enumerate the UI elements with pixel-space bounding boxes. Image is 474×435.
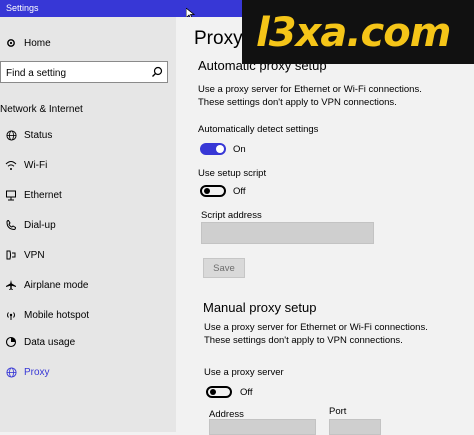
- ethernet-icon: [4, 188, 18, 202]
- main-content: Proxy Automatic proxy setup Use a proxy …: [176, 17, 474, 435]
- hotspot-icon: [4, 308, 18, 322]
- auto-detect-state: On: [233, 144, 246, 155]
- home-nav-item[interactable]: Home: [0, 30, 51, 56]
- sidebar-item-label: Mobile hotspot: [24, 309, 90, 321]
- search-box[interactable]: [0, 61, 168, 83]
- globe-icon: [4, 128, 18, 142]
- search-input[interactable]: [4, 65, 148, 81]
- sidebar-item-status[interactable]: Status: [0, 122, 52, 148]
- window-title: Settings: [6, 3, 39, 13]
- sidebar-item-proxy[interactable]: Proxy: [0, 359, 50, 385]
- automatic-proxy-description: Use a proxy server for Ethernet or Wi-Fi…: [198, 84, 422, 108]
- watermark-logo: l3xa.com: [242, 0, 474, 64]
- sidebar: Home Network & Internet Status Wi-Fi Eth…: [0, 17, 176, 432]
- manual-proxy-heading: Manual proxy setup: [203, 300, 317, 315]
- port-field[interactable]: [329, 419, 381, 435]
- sidebar-item-label: Wi-Fi: [24, 159, 48, 171]
- gear-icon: [4, 36, 18, 50]
- section-label: Network & Internet: [0, 104, 83, 115]
- wifi-icon: [4, 158, 18, 172]
- sidebar-item-wifi[interactable]: Wi-Fi: [0, 152, 47, 178]
- sidebar-item-label: Data usage: [24, 336, 76, 348]
- sidebar-item-vpn[interactable]: VPN: [0, 242, 45, 268]
- airplane-icon: [4, 278, 18, 292]
- setup-script-label: Use setup script: [198, 168, 267, 179]
- globe-icon: [4, 365, 18, 379]
- data-usage-icon: [4, 335, 18, 349]
- toggle-knob: [216, 145, 224, 153]
- search-icon[interactable]: [151, 66, 163, 78]
- sidebar-item-label: Proxy: [24, 366, 50, 378]
- script-address-label: Script address: [201, 210, 262, 221]
- vpn-icon: [4, 248, 18, 262]
- sidebar-item-ethernet[interactable]: Ethernet: [0, 182, 62, 208]
- sidebar-item-label: Dial-up: [24, 219, 56, 231]
- sidebar-item-label: Ethernet: [24, 189, 62, 201]
- phone-icon: [4, 218, 18, 232]
- setup-script-state: Off: [233, 186, 246, 197]
- save-button[interactable]: Save: [203, 258, 245, 278]
- sidebar-item-airplane-mode[interactable]: Airplane mode: [0, 272, 88, 298]
- address-field[interactable]: [209, 419, 316, 435]
- page-title: Proxy: [194, 28, 243, 49]
- port-label: Port: [329, 406, 347, 417]
- sidebar-item-dialup[interactable]: Dial-up: [0, 212, 56, 238]
- script-address-field[interactable]: [201, 222, 374, 244]
- sidebar-item-mobile-hotspot[interactable]: Mobile hotspot: [0, 302, 89, 328]
- toggle-knob: [204, 188, 210, 194]
- sidebar-item-label: VPN: [24, 249, 45, 261]
- setup-script-toggle[interactable]: [200, 185, 226, 197]
- sidebar-item-label: Airplane mode: [24, 279, 89, 291]
- auto-detect-toggle[interactable]: [200, 143, 226, 155]
- home-label: Home: [24, 37, 51, 49]
- watermark-text: l3xa.com: [256, 10, 451, 56]
- use-proxy-toggle[interactable]: [206, 386, 232, 398]
- toggle-knob: [210, 389, 216, 395]
- use-proxy-state: Off: [240, 387, 253, 398]
- manual-proxy-description: Use a proxy server for Ethernet or Wi-Fi…: [204, 322, 428, 346]
- use-proxy-label: Use a proxy server: [204, 367, 284, 378]
- auto-detect-label: Automatically detect settings: [198, 124, 319, 135]
- sidebar-item-data-usage[interactable]: Data usage: [0, 329, 75, 355]
- sidebar-item-label: Status: [24, 129, 53, 141]
